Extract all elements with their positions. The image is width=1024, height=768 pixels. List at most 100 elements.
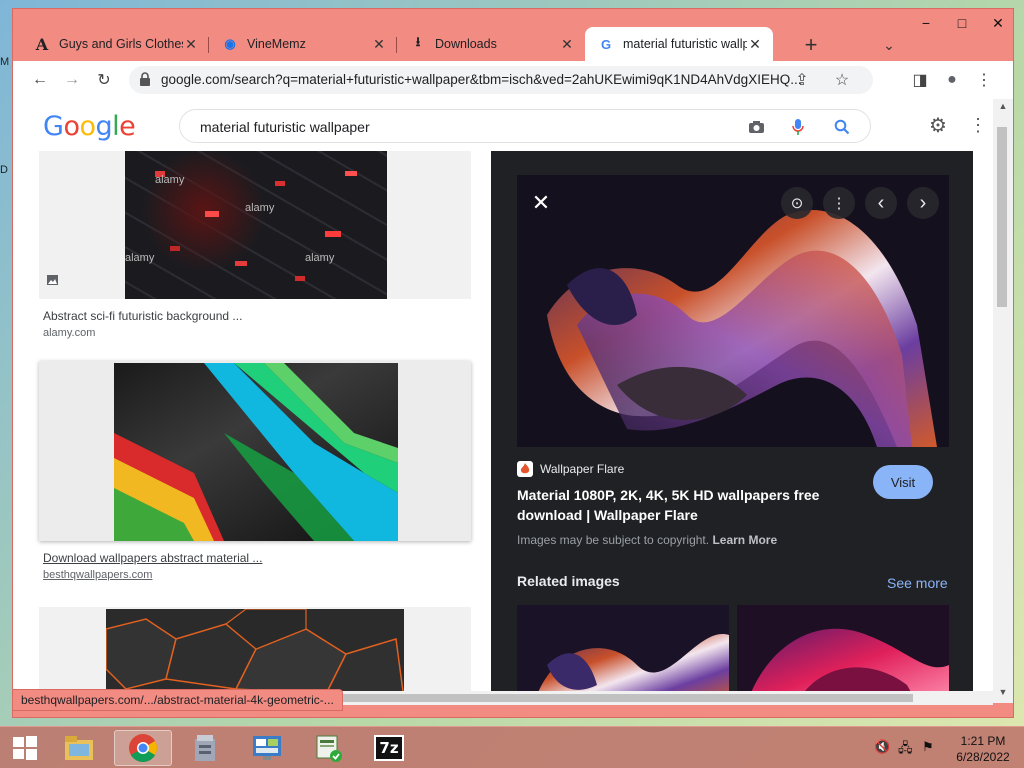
alamy-watermark: alamy (125, 252, 155, 264)
wallpaper-flare-icon (517, 461, 533, 477)
forward-arrow-icon[interactable]: → (59, 67, 85, 93)
side-panel-icon[interactable]: ◨ (907, 67, 933, 93)
tab-title: Downloads (435, 37, 497, 51)
browser-window: − □ ✕ A Guys and Girls Clothes ✕ ◉ VineM… (12, 8, 1014, 718)
scrollbar-thumb[interactable] (997, 127, 1007, 307)
tab-material-futuristic-wallpaper[interactable]: G material futuristic wallp ✕ (585, 27, 773, 61)
url-text[interactable]: google.com/search?q=material+futuristic+… (161, 72, 801, 87)
result-title[interactable]: Download wallpapers abstract material ..… (43, 551, 262, 565)
back-arrow-icon[interactable]: ← (27, 67, 53, 93)
copyright-notice: Images may be subject to copyright. Lear… (517, 533, 777, 547)
lens-icon[interactable]: ⊙ (781, 187, 813, 219)
see-more-link[interactable]: See more (887, 575, 948, 591)
7zip-icon[interactable]: 7z (360, 730, 418, 766)
close-tab-icon[interactable]: ✕ (183, 36, 199, 53)
profile-avatar-icon[interactable]: ● (939, 67, 965, 93)
chrome-icon[interactable] (114, 730, 172, 766)
link-status-bar: besthqwallpapers.com/.../abstract-materi… (13, 689, 343, 711)
search-query[interactable]: material futuristic wallpaper (200, 119, 370, 135)
preview-image[interactable]: ✕ ⊙ ⋮ ‹ › (517, 175, 949, 447)
image-type-icon (47, 275, 58, 288)
address-bar[interactable]: google.com/search?q=material+futuristic+… (129, 66, 873, 94)
next-image-icon[interactable]: › (907, 187, 939, 219)
result-site[interactable]: alamy.com (43, 327, 95, 339)
close-window-button[interactable]: ✕ (983, 11, 1013, 35)
clock-time: 1:21 PM (960, 734, 1006, 748)
action-center-flag-icon[interactable]: ⚑ (922, 739, 934, 755)
tab-guys-and-girls-clothes[interactable]: A Guys and Girls Clothes ✕ (21, 27, 209, 61)
mic-icon[interactable] (788, 117, 808, 137)
new-tab-button[interactable]: + (797, 31, 825, 59)
horizontal-scrollbar-thumb[interactable] (313, 694, 913, 702)
office-tool-icon[interactable] (300, 730, 358, 766)
result-thumbnail[interactable]: alamy alamy alamy alamy (125, 151, 387, 299)
minimize-button[interactable]: − (911, 11, 941, 35)
archive-tool-icon[interactable] (176, 730, 234, 766)
vinememz-icon: ◉ (224, 36, 236, 51)
related-images-heading: Related images (517, 573, 620, 589)
google-icon: G (600, 36, 612, 52)
tab-title: Guys and Girls Clothes (59, 37, 183, 51)
visit-button[interactable]: Visit (873, 465, 933, 499)
close-tab-icon[interactable]: ✕ (371, 36, 387, 53)
scroll-up-arrow-icon[interactable]: ▲ (996, 101, 1010, 115)
preview-title[interactable]: Material 1080P, 2K, 4K, 5K HD wallpapers… (517, 485, 847, 525)
alamy-watermark: alamy (155, 174, 185, 186)
camera-icon[interactable] (746, 117, 766, 137)
chrome-menu-icon[interactable]: ⋮ (971, 67, 997, 93)
taskbar: 7z 🔇 🖧 ⚑ 1:21 PM 6/28/2022 (0, 726, 1024, 768)
search-box[interactable]: material futuristic wallpaper (179, 109, 871, 143)
learn-more-link[interactable]: Learn More (712, 533, 777, 547)
tab-title: material futuristic wallp (623, 37, 747, 51)
google-logo[interactable]: Google (43, 111, 136, 142)
previous-image-icon[interactable]: ‹ (865, 187, 897, 219)
logo-letter: e (119, 111, 136, 142)
tab-vinememz[interactable]: ◉ VineMemz ✕ (209, 27, 397, 61)
result-site[interactable]: besthqwallpapers.com (43, 569, 152, 581)
search-icon[interactable] (832, 117, 852, 137)
related-image-thumbnail[interactable] (737, 605, 949, 703)
control-panel-icon[interactable] (238, 730, 296, 766)
system-clock[interactable]: 1:21 PM 6/28/2022 (950, 733, 1016, 765)
result-title[interactable]: Abstract sci-fi futuristic background ..… (43, 309, 242, 323)
image-source[interactable]: Wallpaper Flare (517, 461, 624, 477)
vertical-scrollbar[interactable]: ▲ ▼ (993, 99, 1013, 703)
more-options-icon[interactable]: ⋮ (823, 187, 855, 219)
desktop-edge-icons: M D (0, 56, 12, 272)
close-tab-icon[interactable]: ✕ (747, 36, 763, 53)
tab-search-chevron-icon[interactable]: ⌄ (875, 31, 903, 59)
related-image-thumbnail[interactable] (517, 605, 729, 703)
lock-icon[interactable] (139, 72, 155, 88)
reload-icon[interactable]: ↻ (91, 67, 117, 93)
desktop-icon-label[interactable]: D (0, 164, 12, 272)
gear-icon[interactable]: ⚙ (925, 112, 951, 138)
clock-date: 6/28/2022 (956, 750, 1010, 764)
7zip-label: 7z (374, 735, 404, 761)
desktop-icon-label[interactable]: M (0, 56, 12, 164)
logo-letter: o (79, 111, 96, 142)
close-tab-icon[interactable]: ✕ (559, 36, 575, 53)
logo-letter: g (95, 111, 113, 142)
windows-start-button[interactable] (6, 733, 44, 763)
network-icon[interactable]: 🖧 (898, 739, 913, 761)
maximize-button[interactable]: □ (947, 11, 977, 35)
a-logo-icon: A (35, 34, 49, 54)
tab-strip: A Guys and Girls Clothes ✕ ◉ VineMemz ✕ … (21, 27, 893, 61)
share-icon[interactable]: ⇪ (789, 67, 815, 93)
browser-toolbar: ← → ↻ google.com/search?q=material+futur… (13, 61, 1013, 99)
tab-downloads[interactable]: ⭳ Downloads ✕ (397, 27, 585, 61)
image-result[interactable]: alamy alamy alamy alamy (39, 151, 471, 299)
file-explorer-icon[interactable] (50, 730, 108, 766)
result-thumbnail[interactable] (114, 363, 398, 541)
volume-muted-icon[interactable]: 🔇 (874, 739, 890, 755)
close-preview-icon[interactable]: ✕ (525, 187, 557, 219)
bookmark-star-icon[interactable]: ☆ (829, 67, 855, 93)
logo-letter: o (63, 111, 80, 142)
source-name: Wallpaper Flare (540, 462, 625, 476)
scroll-down-arrow-icon[interactable]: ▼ (996, 687, 1010, 701)
image-result-selected[interactable] (39, 361, 471, 541)
tab-title: VineMemz (247, 37, 306, 51)
download-icon: ⭳ (415, 34, 421, 49)
image-preview-panel: ✕ ⊙ ⋮ ‹ › Wallpaper Flare Material 1080P… (491, 151, 973, 703)
alamy-watermark: alamy (305, 252, 335, 264)
